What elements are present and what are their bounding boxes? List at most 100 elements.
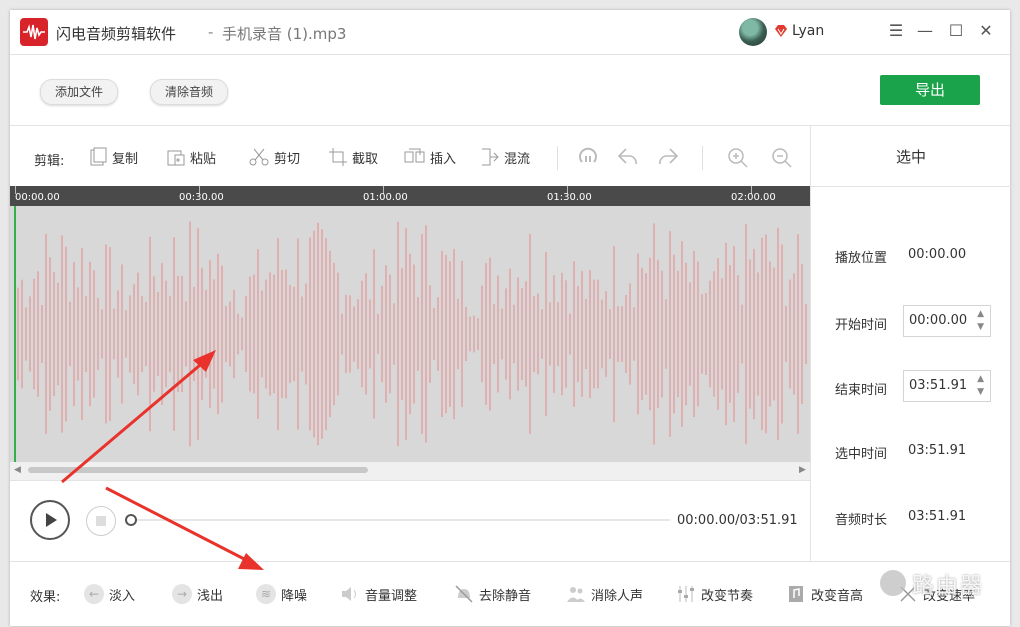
mute-remove-icon [455,585,473,603]
denoise-button[interactable]: ≋ 降噪 [256,582,307,606]
volume-label: 音量调整 [365,588,418,604]
fade-in-icon: ← [84,584,104,604]
watermark-logo-icon [880,570,906,596]
stop-button[interactable] [86,506,116,536]
mix-label: 混流 [504,151,531,167]
duration-value: 03:51.91 [908,509,967,524]
waveform-area[interactable] [10,206,810,462]
zoom-in-icon[interactable] [726,146,750,168]
fade-in-label: 淡入 [109,588,136,604]
duration-label: 音频时长 [835,513,888,528]
cut-label: 剪切 [274,151,301,167]
copy-icon [90,147,107,166]
username[interactable]: Lyan [792,23,824,39]
mix-icon [482,148,499,166]
vip-diamond-icon [775,25,787,37]
tick-label: 01:00.00 [363,192,408,203]
clear-audio-button[interactable]: 清除音频 [150,79,229,105]
watermark: 路由器 [880,566,1010,606]
trim-label: 截取 [352,151,379,167]
scissors-icon [249,148,269,166]
fade-out-icon: → [172,584,192,604]
denoise-label: 降噪 [281,588,308,604]
selected-time-label: 选中时间 [835,447,888,462]
mix-button[interactable]: 混流 [480,146,530,168]
progress-track[interactable] [130,519,670,521]
progress-knob[interactable] [125,514,137,526]
increment-icon[interactable]: ▲ [977,374,984,384]
end-time-label: 结束时间 [835,383,888,398]
time-readout: 00:00.00/03:51.91 [677,513,798,528]
selected-time-value: 03:51.91 [908,443,967,458]
avatar[interactable] [739,18,767,46]
change-pitch-button[interactable]: 改变音高 [786,582,863,606]
vocal-remove-icon [567,587,585,602]
decrement-icon[interactable]: ▼ [977,322,984,332]
edit-label: 剪辑: [34,154,65,169]
volume-button[interactable]: 音量调整 [340,582,417,606]
change-tempo-label: 改变节奏 [701,588,754,604]
end-time-value: 03:51.91 [909,378,968,393]
volume-icon [342,587,356,601]
cut-button[interactable]: 剪切 [248,146,300,168]
fade-out-label: 浅出 [197,588,224,604]
reset-icon[interactable] [576,146,600,168]
insert-button[interactable]: 插入 [404,146,456,168]
copy-button[interactable]: 复制 [88,146,138,168]
paste-button[interactable]: 粘贴 [166,146,216,168]
scroll-right-icon[interactable]: ▶ [799,465,806,475]
remove-vocals-button[interactable]: 消除人声 [566,582,643,606]
play-position-label: 播放位置 [835,251,888,266]
close-icon[interactable]: ✕ [976,21,996,41]
end-time-field[interactable]: 03:51.91 ▲ ▼ [903,370,991,402]
selection-panel: 选中 播放位置 00:00.00 开始时间 00:00.00 ▲ ▼ 结束时间 … [810,126,1011,561]
play-position-value: 00:00.00 [908,247,967,262]
insert-label: 插入 [430,151,457,167]
playhead[interactable] [14,206,16,462]
insert-icon [404,148,425,163]
app-name: 闪电音频剪辑软件 [56,25,177,43]
fade-out-button[interactable]: → 浅出 [172,582,223,606]
redo-icon[interactable] [656,146,680,168]
toolbar-divider [557,146,558,170]
toolbar-divider [702,146,703,170]
app-logo-icon [20,18,48,46]
zoom-out-icon[interactable] [770,146,794,168]
effects-label: 效果: [30,590,61,605]
copy-label: 复制 [112,151,139,167]
tick-label: 00:00.00 [15,192,60,203]
horizontal-scrollbar[interactable]: ◀ ▶ [10,462,810,481]
watermark-text: 路由器 [912,574,985,599]
remove-silence-button[interactable]: 去除静音 [454,582,531,606]
edit-toolbar: 剪辑: 复制 粘贴 剪切 截取 插入 混流 [10,126,810,186]
menu-icon[interactable]: ☰ [886,21,906,41]
start-time-label: 开始时间 [835,318,888,333]
crop-icon [329,148,347,166]
main-toolbar: 添加文件 清除音频 导出 [10,55,1010,126]
tick-label: 02:00.00 [731,192,776,203]
effects-bar: 效果: ← 淡入 → 浅出 ≋ 降噪 音量调整 去除静音 消除人声 改变节奏 改… [10,561,1010,627]
minimize-icon[interactable]: — [915,21,935,41]
export-button[interactable]: 导出 [880,75,980,105]
scroll-left-icon[interactable]: ◀ [14,465,21,475]
change-tempo-button[interactable]: 改变节奏 [676,582,753,606]
decrement-icon[interactable]: ▼ [977,387,984,397]
increment-icon[interactable]: ▲ [977,309,984,319]
tick-label: 01:30.00 [547,192,592,203]
maximize-icon[interactable]: ☐ [946,21,966,41]
app-window: 闪电音频剪辑软件 - 手机录音 (1).mp3 Lyan ☰ — ☐ ✕ 添加文… [10,10,1011,627]
add-file-button[interactable]: 添加文件 [40,79,119,105]
fade-in-button[interactable]: ← 淡入 [84,582,135,606]
play-icon [46,513,57,527]
scrollbar-thumb[interactable] [28,467,368,473]
paste-label: 粘贴 [190,151,217,167]
undo-icon[interactable] [616,146,640,168]
trim-button[interactable]: 截取 [328,146,378,168]
file-name: 手机录音 (1).mp3 [222,25,347,43]
play-button[interactable] [30,500,70,540]
timeline-ruler[interactable]: 00:00.00 00:30.00 01:00.00 01:30.00 02:0… [10,186,810,206]
paste-icon [167,150,185,166]
panel-title: 选中 [811,126,1011,187]
start-time-field[interactable]: 00:00.00 ▲ ▼ [903,305,991,337]
tempo-icon [678,586,694,602]
